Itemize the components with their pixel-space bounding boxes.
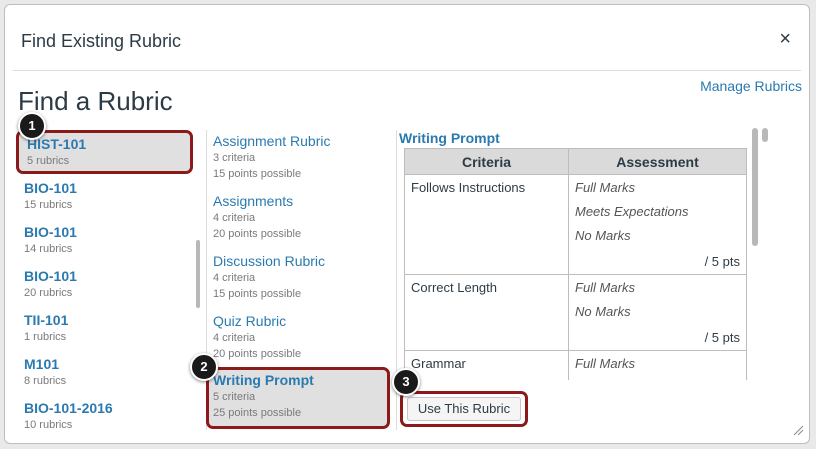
course-rubric-count: 8 rubrics: [24, 375, 67, 387]
step-badge-1: 1: [18, 112, 46, 140]
preview-scrollbar[interactable]: [752, 128, 758, 246]
rating-label: Full Marks: [575, 180, 635, 195]
rubric-points: 25 points possible: [213, 407, 302, 419]
rating-label: No Marks: [575, 304, 631, 319]
course-item[interactable]: BIO-101-2016 10 rubrics: [14, 394, 198, 430]
rubric-name: Discussion Rubric: [213, 253, 326, 269]
rating-label: Full Marks: [575, 356, 635, 371]
rubric-points: 15 points possible: [213, 168, 302, 180]
rubric-item[interactable]: Quiz Rubric 4 criteria 20 points possibl…: [206, 307, 392, 367]
course-name: BIO-101: [24, 268, 77, 284]
table-row: Grammar Full Marks: [404, 350, 747, 380]
find-rubric-heading: Find a Rubric: [18, 86, 173, 116]
course-name: M101: [24, 356, 60, 372]
rubric-table: Criteria Assessment Follows Instructions…: [404, 148, 747, 380]
rubric-criteria-count: 4 criteria: [213, 212, 256, 224]
rubric-list: Assignment Rubric 3 criteria 15 points p…: [206, 127, 392, 432]
course-list: HIST-101 5 rubrics BIO-101 15 rubrics BI…: [14, 130, 198, 430]
rubric-points: 20 points possible: [213, 348, 302, 360]
rubric-item-writing-prompt[interactable]: Writing Prompt 5 criteria 25 points poss…: [206, 367, 390, 429]
rubric-item[interactable]: Assignment Rubric 3 criteria 15 points p…: [206, 127, 392, 187]
close-icon[interactable]: ×: [779, 29, 791, 49]
rubric-points: 20 points possible: [213, 228, 302, 240]
resize-handle-icon[interactable]: [792, 424, 804, 436]
dialog-header: Find Existing Rubric ×: [13, 5, 801, 71]
assessment-cell: Full Marks Meets Expectations No Marks /…: [568, 174, 747, 275]
course-rubric-count: 1 rubrics: [24, 331, 67, 343]
course-name: TII-101: [24, 312, 69, 328]
rubric-name: Quiz Rubric: [213, 313, 287, 329]
rating-label: Full Marks: [575, 280, 635, 295]
criterion-cell: Grammar: [404, 350, 569, 380]
criterion-cell: Follows Instructions: [404, 174, 569, 275]
course-rubric-count: 14 rubrics: [24, 243, 73, 255]
rubric-preview: Writing Prompt Criteria Assessment Follo…: [398, 130, 750, 380]
course-name: BIO-101-2016: [24, 400, 113, 416]
step-badge-3: 3: [392, 368, 420, 396]
course-name: HIST-101: [27, 136, 87, 152]
course-rubric-count: 15 rubrics: [24, 199, 73, 211]
rubric-name: Assignment Rubric: [213, 133, 331, 149]
manage-rubrics-link[interactable]: Manage Rubrics: [700, 78, 802, 94]
course-rubric-count: 10 rubrics: [24, 419, 73, 430]
course-item-hist-101[interactable]: HIST-101 5 rubrics: [16, 130, 193, 174]
criteria-header: Criteria: [404, 148, 569, 175]
criterion-cell: Correct Length: [404, 274, 569, 351]
preview-scrollbar-thumb[interactable]: [762, 128, 768, 142]
rating-label: Meets Expectations: [575, 204, 689, 219]
rating-label: No Marks: [575, 228, 631, 243]
course-item[interactable]: M101 8 rubrics: [14, 350, 198, 394]
course-item[interactable]: TII-101 1 rubrics: [14, 306, 198, 350]
dialog-title: Find Existing Rubric: [21, 31, 182, 51]
rubric-criteria-count: 3 criteria: [213, 152, 256, 164]
rubric-points: 15 points possible: [213, 288, 302, 300]
course-name: BIO-101: [24, 180, 77, 196]
rubric-name: Assignments: [213, 193, 294, 209]
assessment-cell: Full Marks No Marks / 5 pts: [568, 274, 747, 351]
table-row: Follows Instructions Full Marks Meets Ex…: [404, 174, 747, 275]
course-rubric-count: 5 rubrics: [27, 155, 70, 167]
rubric-item[interactable]: Discussion Rubric 4 criteria 15 points p…: [206, 247, 392, 307]
rubric-criteria-count: 5 criteria: [213, 391, 256, 403]
rubric-criteria-count: 4 criteria: [213, 272, 256, 284]
course-list-scrollbar[interactable]: [196, 240, 200, 308]
table-row: Correct Length Full Marks No Marks / 5 p…: [404, 274, 747, 351]
preview-title: Writing Prompt: [399, 130, 500, 146]
points-label: / 5 pts: [704, 330, 740, 345]
use-this-rubric-label: Use This Rubric: [407, 397, 521, 421]
rubric-name: Writing Prompt: [213, 372, 314, 388]
course-item[interactable]: BIO-101 15 rubrics: [14, 174, 198, 218]
course-item[interactable]: BIO-101 20 rubrics: [14, 262, 198, 306]
points-label: / 5 pts: [704, 254, 740, 269]
rubric-item[interactable]: Assignments 4 criteria 20 points possibl…: [206, 187, 392, 247]
assessment-cell: Full Marks: [568, 350, 747, 380]
course-name: BIO-101: [24, 224, 77, 240]
rubric-criteria-count: 4 criteria: [213, 332, 256, 344]
assessment-header: Assessment: [568, 148, 747, 175]
use-this-rubric-button[interactable]: Use This Rubric: [400, 391, 528, 427]
course-rubric-count: 20 rubrics: [24, 287, 73, 299]
course-item[interactable]: BIO-101 14 rubrics: [14, 218, 198, 262]
step-badge-2: 2: [190, 353, 218, 381]
